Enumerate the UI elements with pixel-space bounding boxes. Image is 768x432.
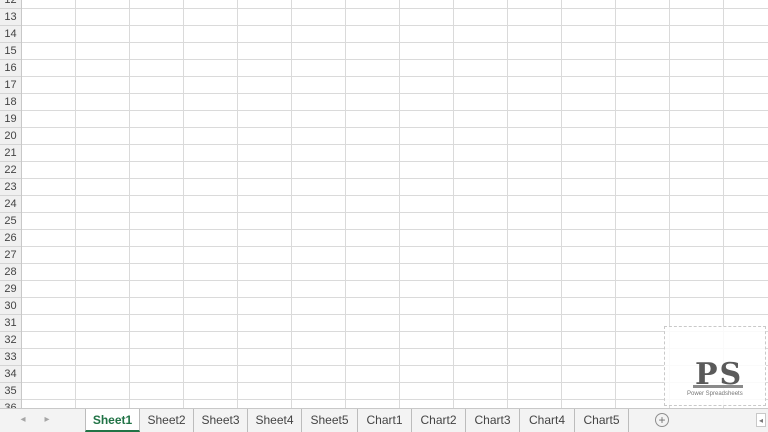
- grid-row[interactable]: [22, 111, 768, 128]
- grid-row[interactable]: [22, 77, 768, 94]
- watermark-bar: [693, 385, 743, 388]
- row-headers: 12 13 14 15 16 17 18 19 20 21 22 23 24 25 26 27 28 29 30 31…: [0, 0, 22, 408]
- column-gridline: [507, 0, 508, 408]
- row-header-28[interactable]: 28: [0, 264, 21, 281]
- column-gridline: [561, 0, 562, 408]
- grid-row[interactable]: [22, 400, 768, 408]
- row-header-36[interactable]: 36: [0, 400, 21, 408]
- worksheet-grid: 12 13 14 15 16 17 18 19 20 21 22 23 24 25 26 27 28 29 30 31…: [0, 0, 768, 408]
- watermark-caption: Power Spreadsheets: [687, 391, 743, 397]
- row-header-29[interactable]: 29: [0, 281, 21, 298]
- row-header-16[interactable]: 16: [0, 60, 21, 77]
- row-header-21[interactable]: 21: [0, 145, 21, 162]
- sheet-tab-chart5[interactable]: Chart5: [575, 409, 629, 432]
- sheet-tab-sheet4[interactable]: Sheet4: [248, 409, 302, 432]
- spreadsheet-window: 12 13 14 15 16 17 18 19 20 21 22 23 24 25 26 27 28 29 30 31…: [0, 0, 768, 432]
- column-gridline: [615, 0, 616, 408]
- grid-row[interactable]: [22, 43, 768, 60]
- row-header-17[interactable]: 17: [0, 77, 21, 94]
- column-gridline: [183, 0, 184, 408]
- column-gridline: [453, 0, 454, 408]
- row-header-24[interactable]: 24: [0, 196, 21, 213]
- grid-row[interactable]: [22, 145, 768, 162]
- row-header-15[interactable]: 15: [0, 43, 21, 60]
- sheet-tab-sheet2[interactable]: Sheet2: [140, 409, 194, 432]
- grid-row[interactable]: [22, 196, 768, 213]
- row-header-31[interactable]: 31: [0, 315, 21, 332]
- grid-row[interactable]: [22, 298, 768, 315]
- grid-row[interactable]: [22, 332, 768, 349]
- grid-row[interactable]: [22, 383, 768, 400]
- row-header-34[interactable]: 34: [0, 366, 21, 383]
- row-header-27[interactable]: 27: [0, 247, 21, 264]
- scroll-left-icon[interactable]: ◂: [756, 413, 766, 427]
- sheet-tab-chart2[interactable]: Chart2: [412, 409, 466, 432]
- row-header-20[interactable]: 20: [0, 128, 21, 145]
- grid-row[interactable]: [22, 230, 768, 247]
- grid-row[interactable]: [22, 60, 768, 77]
- next-sheet-icon[interactable]: ▸: [38, 411, 56, 429]
- sheet-tab-chart4[interactable]: Chart4: [520, 409, 575, 432]
- sheet-tab-sheet3[interactable]: Sheet3: [194, 409, 248, 432]
- sheet-tab-chart3[interactable]: Chart3: [466, 409, 520, 432]
- grid-row[interactable]: [22, 264, 768, 281]
- row-header-25[interactable]: 25: [0, 213, 21, 230]
- row-header-32[interactable]: 32: [0, 332, 21, 349]
- grid-row[interactable]: [22, 9, 768, 26]
- row-header-35[interactable]: 35: [0, 383, 21, 400]
- grid-row[interactable]: [22, 179, 768, 196]
- sheet-tab-sheet5[interactable]: Sheet5: [302, 409, 358, 432]
- sheet-tab-bar: ◂ ▸ Sheet1 Sheet2 Sheet3 Sheet4 Sheet5 Chart1…: [0, 408, 768, 432]
- grid-row[interactable]: [22, 247, 768, 264]
- column-gridline: [399, 0, 400, 408]
- prev-sheet-icon[interactable]: ◂: [14, 411, 32, 429]
- column-gridline: [237, 0, 238, 408]
- row-header-14[interactable]: 14: [0, 26, 21, 43]
- new-sheet-icon[interactable]: +: [655, 413, 669, 427]
- row-header-13[interactable]: 13: [0, 9, 21, 26]
- sheet-tab-chart1[interactable]: Chart1: [358, 409, 412, 432]
- row-header-22[interactable]: 22: [0, 162, 21, 179]
- grid-row[interactable]: [22, 0, 768, 9]
- row-header-23[interactable]: 23: [0, 179, 21, 196]
- row-header-12[interactable]: 12: [0, 0, 21, 9]
- watermark-logo: PS Power Spreadsheets: [664, 326, 766, 406]
- column-gridline: [345, 0, 346, 408]
- grid-row[interactable]: [22, 26, 768, 43]
- grid-row[interactable]: [22, 162, 768, 179]
- grid-row[interactable]: [22, 366, 768, 383]
- row-header-30[interactable]: 30: [0, 298, 21, 315]
- column-gridline: [291, 0, 292, 408]
- column-gridline: [129, 0, 130, 408]
- grid-row[interactable]: [22, 94, 768, 111]
- row-header-19[interactable]: 19: [0, 111, 21, 128]
- grid-row[interactable]: [22, 213, 768, 230]
- grid-row[interactable]: [22, 315, 768, 332]
- row-header-33[interactable]: 33: [0, 349, 21, 366]
- grid-row[interactable]: [22, 349, 768, 366]
- sheet-tab-sheet1[interactable]: Sheet1: [85, 409, 140, 432]
- cell-area[interactable]: [22, 0, 768, 408]
- column-gridline: [75, 0, 76, 408]
- grid-row[interactable]: [22, 281, 768, 298]
- row-header-18[interactable]: 18: [0, 94, 21, 111]
- grid-row[interactable]: [22, 128, 768, 145]
- row-header-26[interactable]: 26: [0, 230, 21, 247]
